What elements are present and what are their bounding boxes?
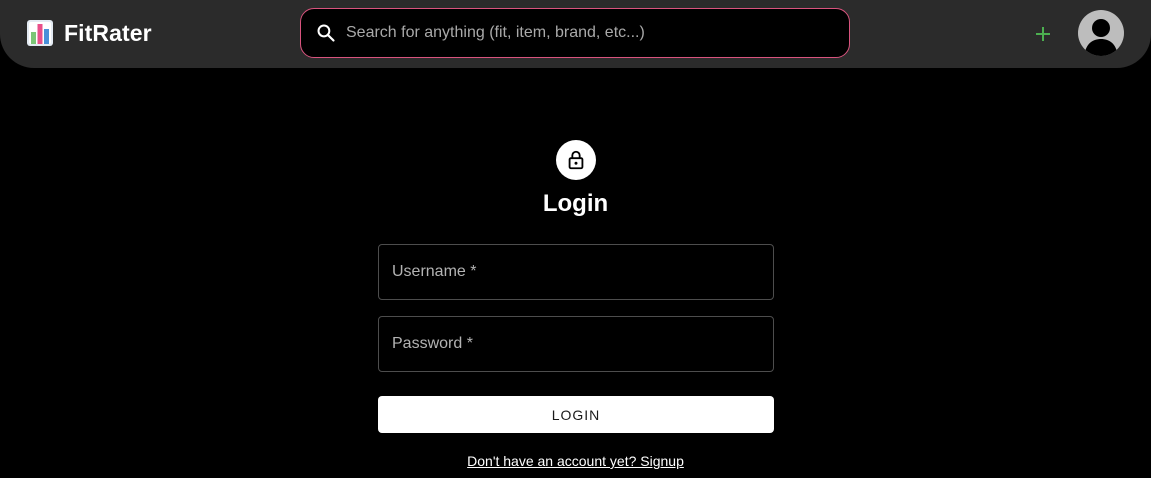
page-title: Login [542, 190, 609, 217]
brand-link[interactable]: FitRater [27, 18, 152, 48]
brand-name: FitRater [64, 19, 152, 46]
search-icon [317, 24, 335, 42]
signup-link[interactable]: Don't have an account yet? Signup [467, 453, 684, 469]
person-icon [1084, 19, 1118, 56]
signup-link-row: Don't have an account yet? Signup [0, 452, 1151, 470]
bar-chart-icon [27, 20, 53, 46]
avatar[interactable] [1078, 10, 1124, 56]
password-field [378, 316, 774, 372]
username-input[interactable] [392, 245, 760, 299]
search-input[interactable] [346, 9, 836, 57]
password-input[interactable] [392, 317, 760, 371]
plus-icon [1036, 27, 1050, 41]
app-bar: FitRater [0, 0, 1151, 68]
lock-badge [556, 140, 596, 180]
lock-icon [568, 150, 584, 170]
add-button[interactable] [1028, 19, 1058, 49]
username-field [378, 244, 774, 300]
search-bar [300, 8, 850, 58]
login-button[interactable]: LOGIN [378, 396, 774, 433]
